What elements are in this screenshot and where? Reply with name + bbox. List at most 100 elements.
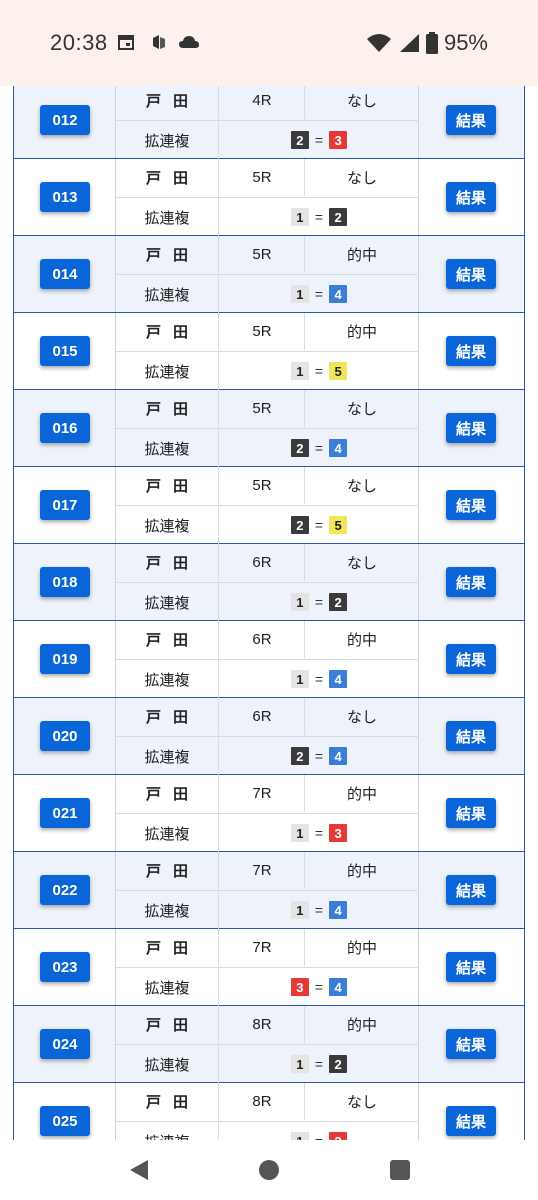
status-time: 20:38 <box>50 30 108 55</box>
race-id-button[interactable]: 017 <box>40 490 90 520</box>
race-id-button[interactable]: 015 <box>40 336 90 366</box>
boat-number-box: 2 <box>329 208 348 226</box>
table-row: 015 戸田 5R 的中 拡連複 1 = 5 結果 <box>13 313 525 390</box>
venue-label: 戸田 <box>145 401 200 418</box>
venue-label: 戸田 <box>145 786 200 803</box>
back-icon[interactable] <box>128 1158 150 1182</box>
result-button[interactable]: 結果 <box>446 644 496 674</box>
table-row: 023 戸田 7R 的中 拡連複 3 = 4 結果 <box>13 929 525 1006</box>
venue-label: 戸田 <box>145 324 200 341</box>
race-id-button[interactable]: 012 <box>40 105 90 135</box>
race-number: 6R <box>218 621 305 658</box>
race-number: 7R <box>218 852 305 889</box>
bet-type: 拡連複 <box>116 1044 218 1083</box>
combination: 1 = 4 <box>218 274 419 313</box>
result-button[interactable]: 結果 <box>446 413 496 443</box>
venue-label: 戸田 <box>145 940 200 957</box>
result-button[interactable]: 結果 <box>446 798 496 828</box>
home-icon[interactable] <box>258 1159 280 1181</box>
race-id-button[interactable]: 016 <box>40 413 90 443</box>
bet-type: 拡連複 <box>116 274 218 313</box>
race-id-button[interactable]: 024 <box>40 1029 90 1059</box>
race-id-button[interactable]: 014 <box>40 259 90 289</box>
race-number: 7R <box>218 929 305 966</box>
id-cell: 019 <box>14 621 115 697</box>
id-cell: 021 <box>14 775 115 851</box>
combination: 2 = 4 <box>218 428 419 467</box>
equals-sign: = <box>314 1056 324 1072</box>
race-number: 5R <box>218 313 305 350</box>
result-button[interactable]: 結果 <box>446 336 496 366</box>
race-number: 4R <box>218 86 305 119</box>
boat-number-box: 1 <box>290 285 309 303</box>
race-info: 戸田 5R 的中 拡連複 1 = 4 <box>115 236 419 313</box>
venue-label: 戸田 <box>145 709 200 726</box>
boat-number-box: 2 <box>329 593 348 611</box>
race-info: 戸田 4R なし 拡連複 2 = 3 <box>115 86 419 159</box>
id-cell: 025 <box>14 1083 115 1140</box>
hit-status: 的中 <box>304 236 419 273</box>
race-id-button[interactable]: 019 <box>40 644 90 674</box>
boat-number-box: 2 <box>329 1055 348 1073</box>
hit-status: なし <box>304 159 419 196</box>
hit-status: 的中 <box>304 621 419 658</box>
table-row: 019 戸田 6R 的中 拡連複 1 = 4 結果 <box>13 621 525 698</box>
race-id-button[interactable]: 025 <box>40 1106 90 1136</box>
result-button[interactable]: 結果 <box>446 952 496 982</box>
system-nav-bar <box>0 1140 538 1200</box>
race-id-button[interactable]: 018 <box>40 567 90 597</box>
combination: 1 = 5 <box>218 351 419 390</box>
race-id-button[interactable]: 021 <box>40 798 90 828</box>
table-row: 021 戸田 7R 的中 拡連複 1 = 3 結果 <box>13 775 525 852</box>
race-id-button[interactable]: 022 <box>40 875 90 905</box>
race-number: 5R <box>218 467 305 504</box>
equals-sign: = <box>314 748 324 764</box>
result-button[interactable]: 結果 <box>446 1029 496 1059</box>
id-cell: 024 <box>14 1006 115 1082</box>
result-button[interactable]: 結果 <box>446 259 496 289</box>
result-button[interactable]: 結果 <box>446 1106 496 1136</box>
race-info: 戸田 6R なし 拡連複 2 = 4 <box>115 698 419 775</box>
boat-number-box: 1 <box>290 1132 309 1140</box>
race-info: 戸田 6R 的中 拡連複 1 = 4 <box>115 621 419 698</box>
hit-status: 的中 <box>304 313 419 350</box>
race-number: 6R <box>218 698 305 735</box>
calendar-icon <box>118 35 134 50</box>
boat-number-box: 2 <box>290 747 309 765</box>
result-button[interactable]: 結果 <box>446 490 496 520</box>
table-row: 012 戸田 4R なし 拡連複 2 = 3 結果 <box>13 86 525 159</box>
race-info: 戸田 5R なし 拡連複 1 = 2 <box>115 159 419 236</box>
combination: 1 = 2 <box>218 197 419 236</box>
recents-icon[interactable] <box>390 1160 410 1180</box>
hit-status: なし <box>304 86 419 119</box>
result-button[interactable]: 結果 <box>446 567 496 597</box>
table-row: 013 戸田 5R なし 拡連複 1 = 2 結果 <box>13 159 525 236</box>
race-id-button[interactable]: 020 <box>40 721 90 751</box>
table-row: 016 戸田 5R なし 拡連複 2 = 4 結果 <box>13 390 525 467</box>
result-button[interactable]: 結果 <box>446 105 496 135</box>
boat-number-box: 3 <box>329 824 348 842</box>
result-button[interactable]: 結果 <box>446 875 496 905</box>
combination: 2 = 5 <box>218 505 419 544</box>
id-cell: 022 <box>14 852 115 928</box>
id-cell: 023 <box>14 929 115 1005</box>
race-id-button[interactable]: 013 <box>40 182 90 212</box>
race-id-button[interactable]: 023 <box>40 952 90 982</box>
hit-status: なし <box>304 467 419 504</box>
venue-label: 戸田 <box>145 863 200 880</box>
combination: 1 = 4 <box>218 659 419 698</box>
wifi-icon <box>366 34 391 52</box>
id-cell: 016 <box>14 390 115 466</box>
boat-number-box: 3 <box>329 1132 348 1140</box>
equals-sign: = <box>315 1133 323 1140</box>
id-cell: 013 <box>14 159 115 235</box>
result-button[interactable]: 結果 <box>446 721 496 751</box>
equals-sign: = <box>314 209 324 225</box>
equals-sign: = <box>314 594 324 610</box>
race-info: 戸田 7R 的中 拡連複 1 = 3 <box>115 775 419 852</box>
venue-label: 戸田 <box>145 555 200 572</box>
result-button[interactable]: 結果 <box>446 182 496 212</box>
boat-number-box: 4 <box>329 901 348 919</box>
race-number: 7R <box>218 775 305 812</box>
hit-status: なし <box>304 698 419 735</box>
